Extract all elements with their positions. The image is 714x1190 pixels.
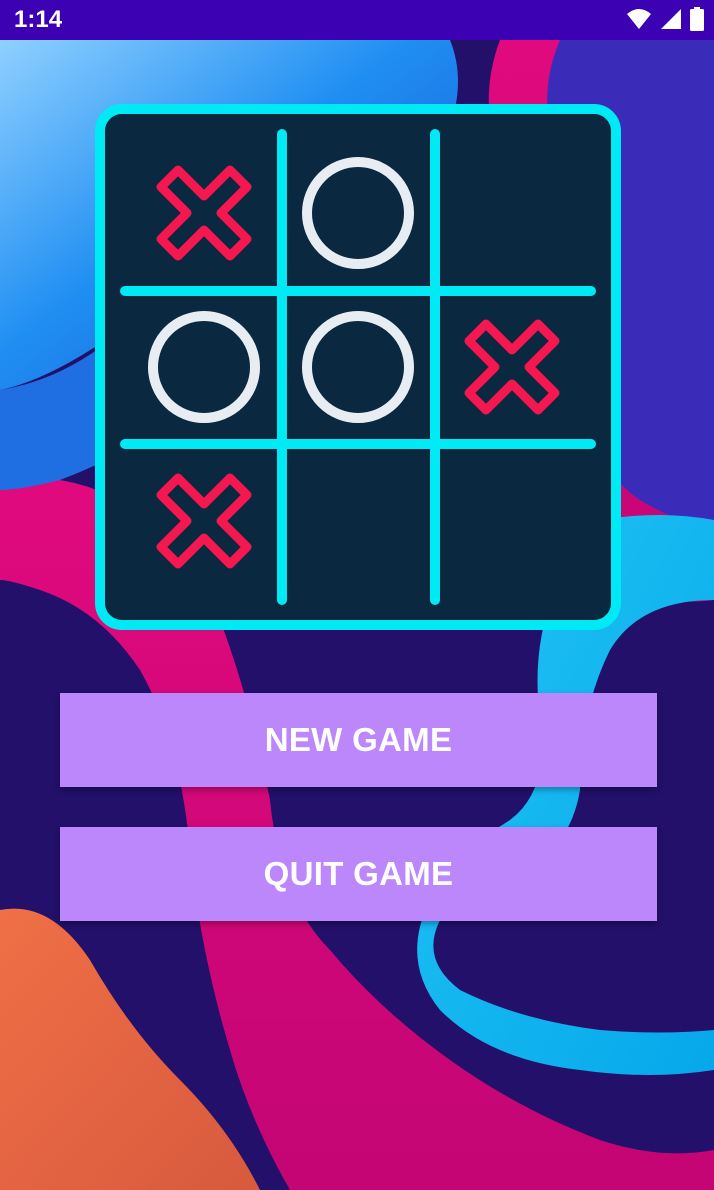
board-cell[interactable] xyxy=(288,143,428,283)
board-cell[interactable] xyxy=(134,451,274,591)
board-cell[interactable] xyxy=(442,143,582,283)
board-cell[interactable] xyxy=(134,143,274,283)
quit-game-button[interactable]: QUIT GAME xyxy=(60,827,657,921)
tic-tac-toe-board xyxy=(95,104,621,630)
board-cell[interactable] xyxy=(288,451,428,591)
status-icons xyxy=(626,7,704,31)
board-cell[interactable] xyxy=(442,297,582,437)
board-cell[interactable] xyxy=(442,451,582,591)
new-game-button[interactable]: NEW GAME xyxy=(60,693,657,787)
status-time: 1:14 xyxy=(14,6,63,33)
board-cell[interactable] xyxy=(288,297,428,437)
signal-icon xyxy=(661,9,681,29)
battery-icon xyxy=(690,7,704,31)
board-cell[interactable] xyxy=(134,297,274,437)
wifi-icon xyxy=(627,9,651,29)
status-bar: 1:14 xyxy=(0,0,714,40)
